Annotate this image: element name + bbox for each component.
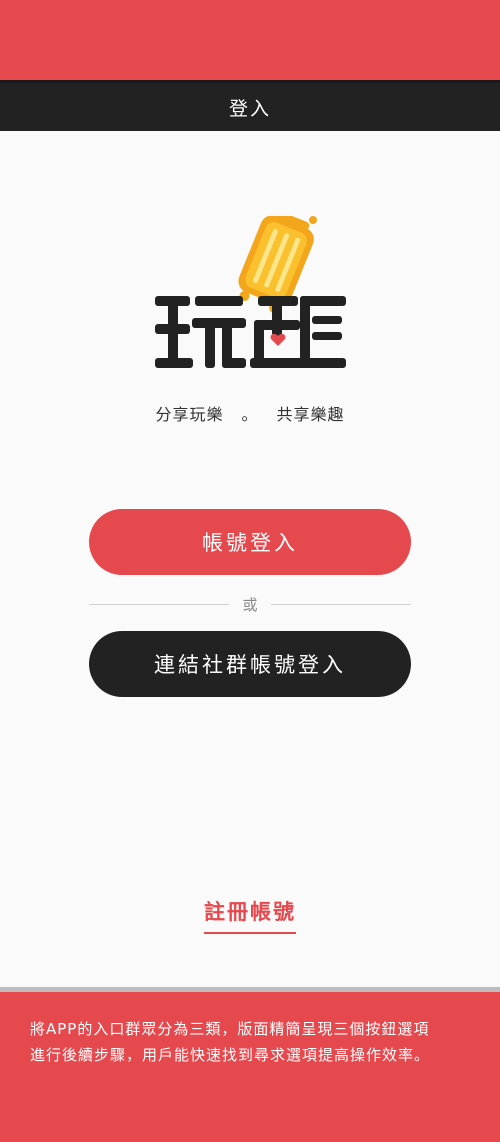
social-login-label: 連結社群帳號登入 (154, 653, 346, 677)
register-link-wrap: 註冊帳號 (0, 896, 500, 934)
app-logo (155, 216, 346, 368)
login-screen: 分享玩樂。共享樂趣 帳號登入 或 連結社群帳號登入 註冊帳號 (0, 131, 500, 987)
top-banner (0, 0, 500, 80)
screen-shadow (0, 987, 500, 992)
slogan-right: 共享樂趣 (276, 405, 345, 424)
or-divider: 或 (89, 594, 411, 614)
nav-bar: 登入 (0, 80, 500, 131)
divider-line-right (271, 604, 411, 605)
account-login-label: 帳號登入 (202, 531, 298, 555)
slogan-separator: 。 (241, 405, 259, 424)
social-login-button[interactable]: 連結社群帳號登入 (89, 631, 411, 697)
account-login-button[interactable]: 帳號登入 (89, 509, 411, 575)
nav-title: 登入 (228, 97, 271, 120)
register-link[interactable]: 註冊帳號 (204, 896, 296, 934)
slogan-left: 分享玩樂 (155, 405, 224, 424)
caption-text: 將APP的入口群眾分為三類，版面精簡呈現三個按鈕選項 進行後續步驟，用戶能快速找… (30, 1016, 475, 1068)
caption-line-2: 進行後續步驟，用戶能快速找到尋求選項提高操作效率。 (30, 1046, 431, 1064)
caption-line-1: 將APP的入口群眾分為三類，版面精簡呈現三個按鈕選項 (30, 1020, 430, 1038)
slogan: 分享玩樂。共享樂趣 (0, 401, 500, 425)
